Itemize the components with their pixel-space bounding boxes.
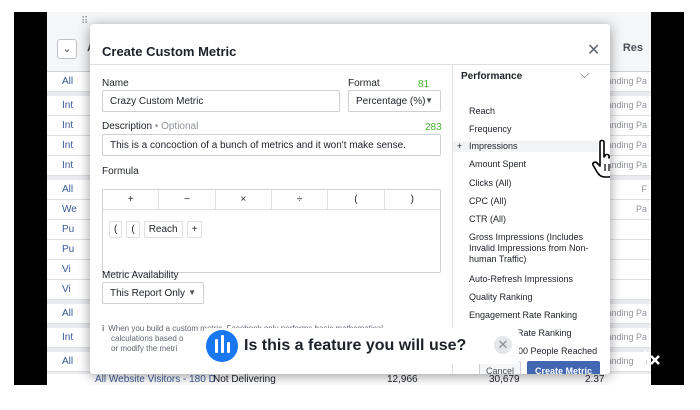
drag-handle-icon: ⠿ xyxy=(81,16,89,27)
metric-item[interactable]: CTR (All) xyxy=(469,214,603,225)
description-label-text: Description xyxy=(102,121,153,132)
metric-item[interactable]: Amount Spent xyxy=(469,159,603,170)
formula-token[interactable]: ( xyxy=(126,221,140,238)
create-metric-button[interactable]: Create Metric xyxy=(527,361,600,374)
create-custom-metric-dialog: Create Custom Metric ✕ Name 81 Crazy Cus… xyxy=(90,24,610,374)
row-name[interactable]: Pu xyxy=(62,224,74,235)
availability-label: Metric Availability xyxy=(102,270,179,281)
chevron-down-icon[interactable]: ⌵ xyxy=(580,67,589,82)
bar-chart-icon xyxy=(206,330,238,362)
metric-item-label: Reach xyxy=(469,106,496,116)
operator-button[interactable]: × xyxy=(216,190,272,209)
operator-button[interactable]: ( xyxy=(328,190,385,209)
name-label: Name xyxy=(102,78,129,89)
metric-item[interactable]: Quality Ranking xyxy=(469,292,603,303)
row-name[interactable]: All xyxy=(62,184,73,195)
metric-item-label: CPC (All) xyxy=(469,196,507,206)
operator-button[interactable]: ÷ xyxy=(272,190,329,209)
row-name[interactable]: All Website Visitors - 180 D xyxy=(95,374,216,385)
mute-icon[interactable] xyxy=(632,348,662,372)
metric-item[interactable]: Frequency xyxy=(469,124,603,135)
format-label: Format xyxy=(348,78,380,89)
row-name[interactable]: Int xyxy=(62,100,73,111)
availability-value: This Report Only xyxy=(110,288,186,299)
row-name[interactable]: Vi xyxy=(62,284,71,295)
row-name[interactable]: All xyxy=(62,356,73,367)
metric-item-label: Quality Ranking xyxy=(469,292,533,302)
formula-editor[interactable]: + − × ÷() ((Reach + xyxy=(102,189,441,273)
operator-button[interactable]: ) xyxy=(385,190,440,209)
metric-item[interactable]: + Impressions xyxy=(453,141,598,152)
metric-item[interactable]: CPC (All) xyxy=(469,196,603,207)
chevron-down-icon[interactable]: ⌄ xyxy=(57,39,77,59)
metric-item-label: Impressions xyxy=(469,141,518,151)
formula-tokens: ((Reach + xyxy=(109,221,203,238)
row-result: Pa xyxy=(635,204,647,214)
row-name[interactable]: All xyxy=(62,308,73,319)
metric-item[interactable]: Auto-Refresh Impressions xyxy=(469,274,603,285)
metric-item-label: CTR (All) xyxy=(469,214,506,224)
panel-heading: Performance xyxy=(461,71,523,82)
row-name[interactable]: Int xyxy=(62,120,73,131)
formula-token[interactable]: + xyxy=(186,221,203,238)
row-value-3: 2.37 xyxy=(585,374,605,385)
row-name[interactable]: Int xyxy=(62,332,73,343)
operator-button[interactable]: + xyxy=(103,190,160,209)
row-name[interactable]: All xyxy=(62,76,73,87)
metric-item[interactable]: Engagement Rate Ranking xyxy=(469,310,603,321)
row-value-2: 30,679 xyxy=(489,374,520,385)
description-input[interactable]: This is a concoction of a bunch of metri… xyxy=(102,134,441,156)
plus-icon: + xyxy=(457,141,463,151)
metric-item-label: Gross Impressions (Includes Invalid Impr… xyxy=(469,232,589,264)
caret-down-icon: ▼ xyxy=(188,288,196,297)
survey-question: Is this a feature you will use? xyxy=(244,337,467,354)
format-value: Percentage (%) xyxy=(356,96,426,107)
formula-token[interactable]: Reach xyxy=(143,221,183,238)
description-char-count: 283 xyxy=(425,122,442,133)
metric-item-label: Frequency xyxy=(469,124,512,134)
metric-item-label: Auto-Refresh Impressions xyxy=(469,274,574,284)
formula-label: Formula xyxy=(102,166,139,177)
row-result: F xyxy=(641,184,648,194)
info-icon: i xyxy=(102,324,105,333)
metric-item[interactable]: Clicks (All) xyxy=(469,178,603,189)
video-player[interactable]: ⠿ ⌄ A Res AllLanding PaIntLanding PaIntL… xyxy=(14,12,684,385)
format-select[interactable]: Percentage (%) ▼ xyxy=(348,90,441,112)
formula-token[interactable]: ( xyxy=(109,221,123,238)
metric-item[interactable]: Gross Impressions (Includes Invalid Impr… xyxy=(469,232,603,265)
row-name[interactable]: Int xyxy=(62,140,73,151)
metric-item-label: Engagement Rate Ranking xyxy=(469,310,578,320)
info-line-2: calculations based o xyxy=(111,334,184,343)
dialog-title: Create Custom Metric xyxy=(102,44,237,59)
row-name[interactable]: Int xyxy=(62,160,73,171)
operator-button[interactable]: − xyxy=(159,190,216,209)
row-name[interactable]: We xyxy=(62,204,77,215)
info-line-3: or modify the metri xyxy=(111,344,178,353)
metric-item-label: Clicks (All) xyxy=(469,178,512,188)
column-header-results: Res xyxy=(622,42,643,54)
row-name[interactable]: Vi xyxy=(62,264,71,275)
metric-item[interactable]: Reach xyxy=(469,106,603,117)
description-label: Description • Optional xyxy=(102,121,198,132)
operator-bar: + − × ÷() xyxy=(103,190,440,210)
caret-down-icon: ▼ xyxy=(425,96,433,105)
table-row-footer: All Website Visitors - 180 D Not Deliver… xyxy=(47,374,651,385)
row-status: Not Delivering xyxy=(213,374,276,385)
metric-item-label: Amount Spent xyxy=(469,159,527,169)
hand-pointer-icon xyxy=(592,139,610,178)
availability-select[interactable]: This Report Only ▼ xyxy=(102,282,204,304)
row-name[interactable]: Pu xyxy=(62,244,74,255)
name-input[interactable]: Crazy Custom Metric xyxy=(102,90,340,112)
close-icon[interactable]: ✕ xyxy=(494,336,512,354)
row-value-1: 12,966 xyxy=(387,374,418,385)
optional-tag: • Optional xyxy=(152,121,199,132)
survey-banner: Is this a feature you will use? ✕ xyxy=(204,328,519,364)
close-icon[interactable]: ✕ xyxy=(587,40,600,60)
name-char-count: 81 xyxy=(418,79,430,90)
app-frame: ⠿ ⌄ A Res AllLanding PaIntLanding PaIntL… xyxy=(0,0,700,410)
